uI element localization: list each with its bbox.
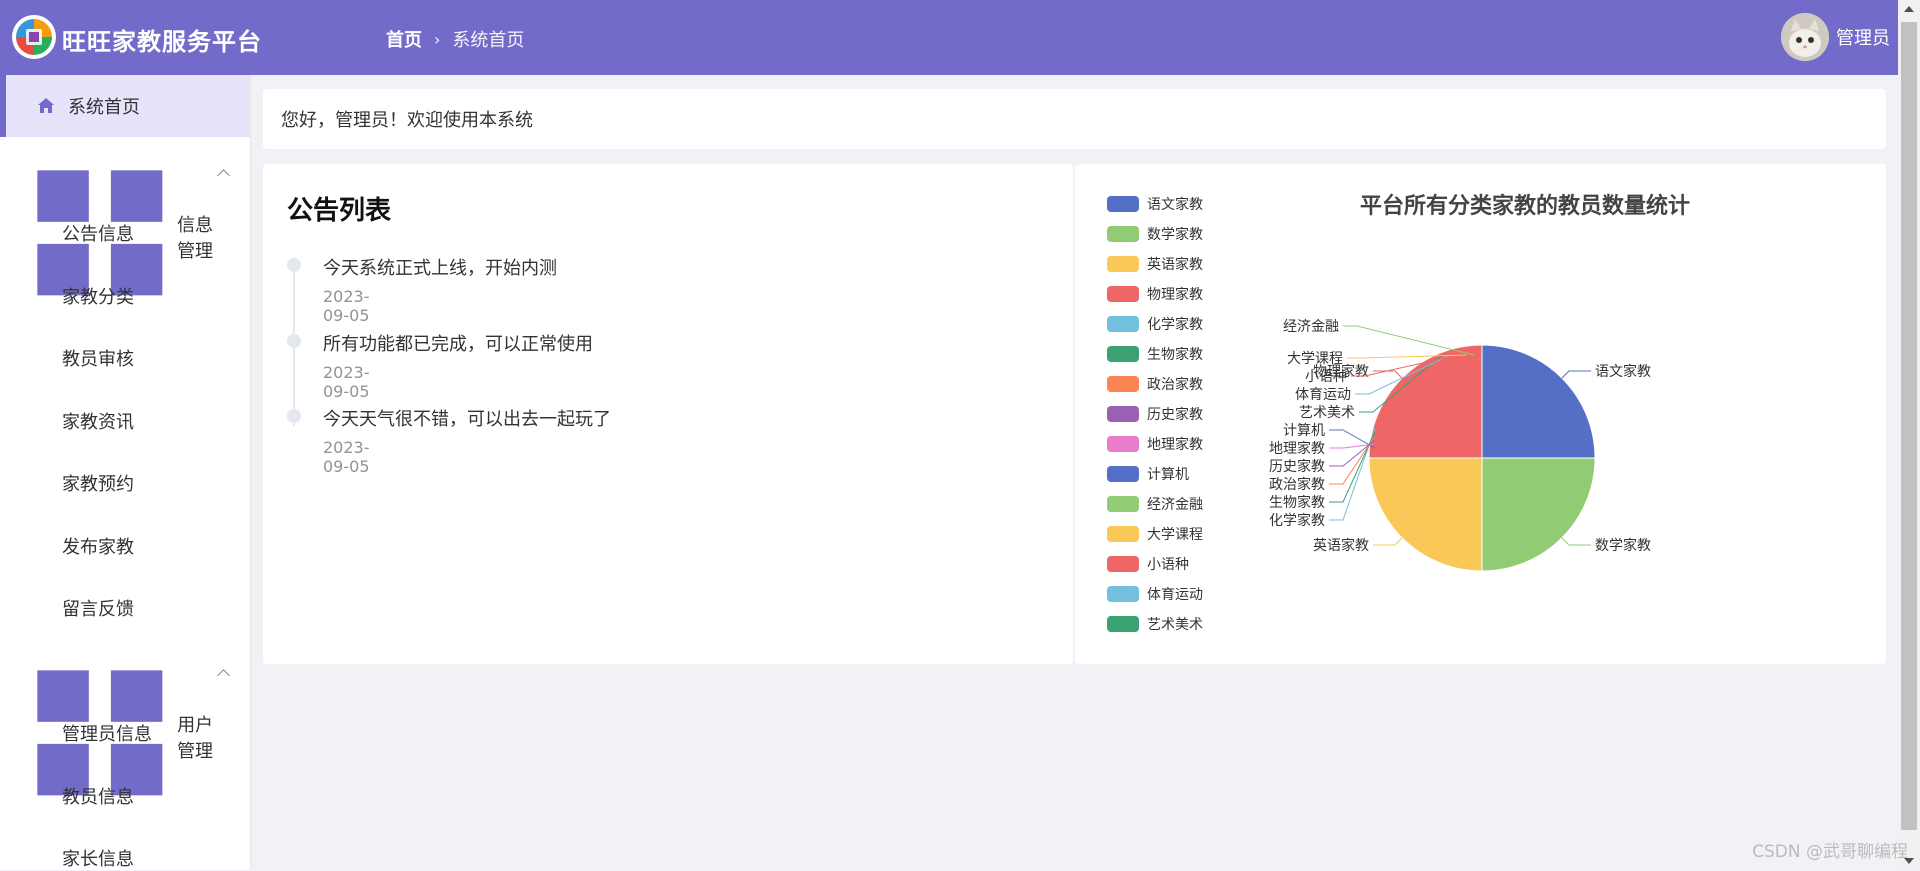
breadcrumb-current: 系统首页 bbox=[452, 30, 525, 51]
sidebar-item-category[interactable]: 家教分类 bbox=[62, 283, 134, 309]
sidebar-item-feedback[interactable]: 留言反馈 bbox=[62, 595, 134, 621]
label-line bbox=[1561, 370, 1591, 379]
chevron-up-icon bbox=[217, 669, 230, 682]
notice-title: 公告列表 bbox=[287, 196, 392, 226]
timeline-dot bbox=[287, 258, 301, 272]
notice-text: 今天天气很不错，可以出去一起玩了 bbox=[323, 409, 611, 430]
sidebar-group-label: 用户管理 bbox=[177, 714, 214, 762]
label-line bbox=[1329, 431, 1376, 503]
welcome-banner: 您好，管理员！欢迎使用本系统 bbox=[263, 89, 1886, 149]
slice-label: 历史家教 bbox=[1269, 458, 1325, 475]
chevron-right-icon: › bbox=[434, 29, 441, 49]
slice-label: 地理家教 bbox=[1269, 440, 1325, 457]
avatar[interactable] bbox=[1781, 13, 1829, 61]
sidebar-group-label: 信息管理 bbox=[177, 214, 214, 262]
label-line bbox=[1329, 435, 1376, 485]
watermark: CSDN @武哥聊编程 bbox=[1752, 842, 1908, 862]
breadcrumb: 首页 › 系统首页 bbox=[386, 26, 524, 52]
slice-label: 政治家教 bbox=[1269, 476, 1325, 493]
slice-label: 经济金融 bbox=[1283, 319, 1339, 335]
slice-label: 化学家教 bbox=[1269, 512, 1325, 529]
sidebar-item-publish[interactable]: 发布家教 bbox=[62, 533, 134, 559]
chart-card: 语文家教 数学家教 英语家教 物理家教 化学家教 生物家教 政治家教 历史家教 地理家教 计算机经… bbox=[1075, 164, 1886, 664]
username[interactable]: 管理员 bbox=[1836, 24, 1890, 50]
sidebar-item-home[interactable]: 系统首页 bbox=[0, 75, 250, 137]
top-header: 旺旺家教服务平台 首页 › 系统首页 管理员 bbox=[0, 0, 1898, 75]
sidebar-item-admin[interactable]: 管理员信息 bbox=[62, 720, 152, 746]
label-line bbox=[1329, 427, 1376, 521]
label-line bbox=[1373, 537, 1403, 546]
label-line bbox=[1561, 537, 1591, 546]
notice-date: 2023-09-05 bbox=[323, 287, 370, 325]
label-line bbox=[1373, 370, 1403, 379]
pie-chart: 语文家教数学家教英语家教物理家教化学家教生物家教政治家教历史家教地理家教计算机艺… bbox=[1269, 319, 1651, 572]
slice-label: 英语家教 bbox=[1313, 537, 1369, 554]
sidebar-item-parents[interactable]: 家长信息 bbox=[62, 845, 134, 871]
scrollbar-thumb[interactable] bbox=[1901, 22, 1917, 830]
sidebar-item-teacher-review[interactable]: 教员审核 bbox=[62, 345, 134, 371]
slice-label: 生物家教 bbox=[1269, 494, 1325, 511]
slice-label: 大学课程 bbox=[1287, 351, 1343, 367]
pie-slice[interactable] bbox=[1368, 457, 1483, 572]
sidebar: 系统首页 信息管理 公告信息 家教分类 教员审核 家教资讯 家教预约 发布家教 … bbox=[0, 75, 251, 870]
breadcrumb-home[interactable]: 首页 bbox=[386, 26, 422, 52]
sidebar-item-teachers[interactable]: 教员信息 bbox=[62, 783, 134, 809]
chevron-up-icon bbox=[217, 169, 230, 182]
notice-text: 今天系统正式上线，开始内测 bbox=[323, 258, 557, 279]
pie-slice[interactable] bbox=[1481, 457, 1596, 572]
timeline-dot bbox=[287, 409, 301, 423]
sidebar-item-booking[interactable]: 家教预约 bbox=[62, 470, 134, 496]
pie-slice[interactable] bbox=[1481, 344, 1596, 459]
slice-label: 体育运动 bbox=[1295, 387, 1351, 403]
sidebar-item-label: 系统首页 bbox=[68, 97, 140, 118]
page-scrollbar[interactable] bbox=[1898, 0, 1920, 870]
sidebar-item-notice[interactable]: 公告信息 bbox=[62, 220, 134, 246]
slice-label: 艺术美术 bbox=[1299, 405, 1355, 421]
notice-card: 公告列表 今天系统正式上线，开始内测 2023-09-05 所有功能都已完成，可… bbox=[263, 164, 1073, 664]
scroll-up-icon[interactable] bbox=[1904, 6, 1914, 12]
sidebar-item-news[interactable]: 家教资讯 bbox=[62, 408, 134, 434]
app-title: 旺旺家教服务平台 bbox=[62, 28, 262, 56]
welcome-text: 您好，管理员！欢迎使用本系统 bbox=[281, 110, 533, 131]
home-icon bbox=[38, 98, 54, 113]
app-logo-icon bbox=[12, 15, 56, 59]
notice-date: 2023-09-05 bbox=[323, 438, 370, 476]
timeline-dot bbox=[287, 334, 301, 348]
slice-label: 语文家教 bbox=[1595, 363, 1651, 380]
notice-text: 所有功能都已完成，可以正常使用 bbox=[323, 334, 593, 355]
slice-label: 小语种 bbox=[1305, 369, 1347, 385]
slice-label: 计算机 bbox=[1283, 423, 1325, 439]
user-menu[interactable]: 管理员 bbox=[1781, 13, 1890, 61]
slice-label: 数学家教 bbox=[1595, 537, 1651, 554]
notice-date: 2023-09-05 bbox=[323, 363, 370, 401]
